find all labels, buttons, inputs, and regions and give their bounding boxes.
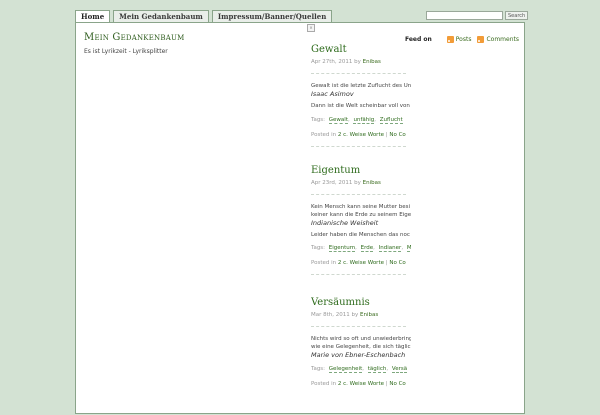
divider bbox=[311, 274, 406, 275]
tags-label: Tags: bbox=[311, 117, 326, 123]
post-text: keiner kann die Erde zu seinem Eige bbox=[311, 212, 411, 218]
footer-separator: | bbox=[385, 132, 388, 138]
tags-label: Tags: bbox=[311, 366, 326, 372]
nav-tab-home[interactable]: Home bbox=[75, 10, 111, 22]
tag-link[interactable]: unfähig bbox=[353, 117, 375, 124]
post-date: Mar 8th, 2011 bbox=[311, 312, 350, 318]
feed-posts-label: Posts bbox=[455, 36, 472, 43]
post-quote-author: Marie von Ebner-Eschenbach bbox=[311, 351, 406, 359]
post-by: by bbox=[354, 59, 361, 65]
feed-posts-link[interactable]: Posts bbox=[446, 36, 472, 43]
tag-link[interactable]: Indianer bbox=[378, 245, 402, 252]
tag-link[interactable]: Versä bbox=[391, 366, 408, 373]
post-author-link[interactable]: Enibas bbox=[360, 312, 378, 318]
post-tags: Tags: Gewalt, unfähig, Zuflucht bbox=[311, 117, 403, 124]
comments-link[interactable]: No Co bbox=[389, 381, 405, 387]
footer-separator: | bbox=[385, 260, 388, 266]
page-container: Mein Gedankenbaum Es ist Lyrikzeit - Lyr… bbox=[75, 22, 525, 414]
rss-icon bbox=[446, 36, 454, 43]
post-quote-author: Isaac Asimov bbox=[311, 90, 354, 98]
tag-link[interactable]: Gewalt bbox=[328, 117, 348, 124]
post-footer: Posted in 2 c. Weise Worte | No Co bbox=[311, 260, 411, 266]
feed-bar: Feed on Posts Comments bbox=[405, 36, 519, 43]
tag-link[interactable]: Eigentum bbox=[328, 245, 356, 252]
divider bbox=[311, 326, 406, 327]
tags-label: Tags: bbox=[311, 245, 326, 251]
post-by: by bbox=[351, 312, 359, 318]
blog-title-link[interactable]: Mein Gedankenbaum bbox=[84, 32, 184, 43]
post: Eigentum Apr 23rd, 2011 by Enibas Kein M… bbox=[311, 165, 411, 275]
post-text: Nichts wird so oft und unwiederbring bbox=[311, 336, 411, 342]
post-title-link[interactable]: Eigentum bbox=[311, 165, 360, 176]
tag-link[interactable]: Erde bbox=[360, 245, 374, 252]
post-title[interactable]: Eigentum bbox=[311, 165, 411, 176]
post-title-link[interactable]: Gewalt bbox=[311, 44, 347, 55]
close-icon[interactable]: × bbox=[307, 24, 315, 32]
post-footer: Posted in 2 c. Weise Worte | No Co bbox=[311, 132, 411, 138]
tag-link[interactable]: Mu bbox=[406, 245, 411, 252]
post-title[interactable]: Versäumnis bbox=[311, 297, 411, 308]
search-button[interactable]: Search bbox=[505, 11, 529, 20]
comments-link[interactable]: No Co bbox=[389, 260, 405, 266]
post-by: by bbox=[354, 180, 361, 186]
post: Gewalt Apr 27th, 2011 by Enibas Gewalt i… bbox=[311, 44, 411, 147]
nav-tab-mein-gedankenbaum[interactable]: Mein Gedankenbaum bbox=[113, 10, 209, 22]
feed-comments-label: Comments bbox=[486, 36, 519, 43]
post-text: Kein Mensch kann seine Mutter besi bbox=[311, 204, 410, 210]
post-title-link[interactable]: Versäumnis bbox=[311, 297, 370, 308]
post-meta: Apr 23rd, 2011 by Enibas bbox=[311, 180, 411, 186]
rss-icon bbox=[477, 36, 485, 43]
tag-link[interactable]: täglich bbox=[367, 366, 387, 373]
post-text: Gewalt ist die letzte Zuflucht des Unf bbox=[311, 83, 411, 89]
post-author-link[interactable]: Enibas bbox=[363, 59, 381, 65]
post-text: Dann ist die Welt scheinbar voll von bbox=[311, 103, 410, 109]
divider bbox=[311, 194, 406, 195]
comments-link[interactable]: No Co bbox=[389, 132, 405, 138]
tag-link[interactable]: Gelegenheit bbox=[328, 366, 363, 373]
footer-separator: | bbox=[385, 381, 388, 387]
post-date: Apr 23rd, 2011 bbox=[311, 180, 353, 186]
posted-label: Posted in bbox=[311, 260, 337, 266]
post-meta: Mar 8th, 2011 by Enibas bbox=[311, 312, 411, 318]
post-text: wie eine Gelegenheit, die sich täglich bbox=[311, 344, 411, 350]
post-footer: Posted in 2 c. Weise Worte | No Co bbox=[311, 381, 411, 387]
post: Versäumnis Mar 8th, 2011 by Enibas Nicht… bbox=[311, 297, 411, 387]
nav-tab-impressum[interactable]: Impressum/Banner/Quellen bbox=[211, 10, 333, 22]
post-author-link[interactable]: Enibas bbox=[363, 180, 381, 186]
post-date: Apr 27th, 2011 bbox=[311, 59, 353, 65]
post-meta: Apr 27th, 2011 by Enibas bbox=[311, 59, 411, 65]
divider bbox=[311, 73, 406, 74]
post-title[interactable]: Gewalt bbox=[311, 44, 411, 55]
divider bbox=[311, 146, 406, 147]
category-link[interactable]: 2 c. Weise Worte bbox=[338, 381, 384, 387]
post-tags: Tags: Gelegenheit, täglich, Versä bbox=[311, 366, 408, 373]
blog-description: Es ist Lyrikzeit - Lyriksplitter bbox=[84, 48, 168, 55]
category-link[interactable]: 2 c. Weise Worte bbox=[338, 132, 384, 138]
search-form: Search bbox=[426, 11, 529, 20]
category-link[interactable]: 2 c. Weise Worte bbox=[338, 260, 384, 266]
tag-link[interactable]: Zuflucht bbox=[379, 117, 403, 124]
feed-comments-link[interactable]: Comments bbox=[477, 36, 519, 43]
post-text: Leider haben die Menschen das noc bbox=[311, 232, 410, 238]
blog-title[interactable]: Mein Gedankenbaum bbox=[84, 32, 184, 43]
posted-label: Posted in bbox=[311, 381, 337, 387]
post-quote-author: Indianische Weisheit bbox=[311, 219, 379, 227]
posts-column: Gewalt Apr 27th, 2011 by Enibas Gewalt i… bbox=[311, 35, 411, 415]
search-input[interactable] bbox=[426, 11, 503, 20]
post-tags: Tags: Eigentum, Erde, Indianer, Mu bbox=[311, 245, 411, 252]
posted-label: Posted in bbox=[311, 132, 337, 138]
